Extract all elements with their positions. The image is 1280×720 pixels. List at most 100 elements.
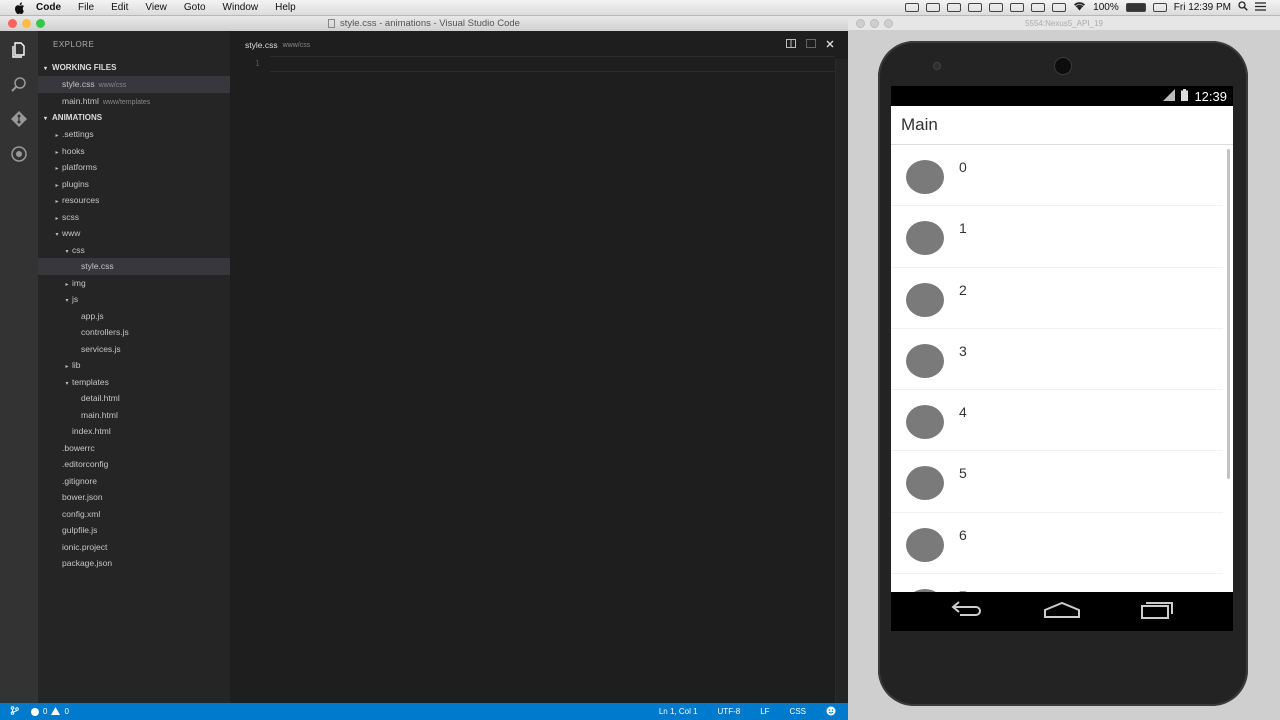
tree-item[interactable]: ▸ img [38,275,230,292]
working-file-item[interactable]: main.html www/templates [38,93,230,110]
link-icon[interactable] [926,3,941,12]
language-mode[interactable]: CSS [790,707,806,716]
project-header[interactable]: ▾ ANIMATIONS [38,109,230,126]
tree-item[interactable]: style.css [38,258,230,275]
git-branch-icon[interactable] [10,706,19,717]
tree-item[interactable]: ▾ templates [38,374,230,391]
app-list[interactable]: 0 1 2 3 4 5 6 7 [891,145,1233,592]
emulator-close-button[interactable] [856,19,865,28]
sync-icon[interactable] [1010,3,1025,12]
close-editor-icon[interactable] [826,40,834,50]
emulator-zoom-button[interactable] [884,19,893,28]
tree-item-label: js [72,294,79,304]
error-icon[interactable] [31,707,39,716]
menu-file[interactable]: File [78,2,94,13]
tree-item[interactable]: config.xml [38,506,230,523]
working-file-item[interactable]: style.css www/css [38,76,230,93]
tree-item[interactable]: ▾ www [38,225,230,242]
menu-view[interactable]: View [145,2,167,13]
menubar-clock[interactable]: Fri 12:39 PM [1174,2,1231,13]
tree-item[interactable]: ▸ resources [38,192,230,209]
tree-item-label: .gitignore [62,475,97,486]
tree-item-label: .editorconfig [62,459,109,469]
list-item[interactable]: 4 [891,390,1223,452]
home-icon[interactable] [1043,601,1081,624]
menu-code[interactable]: Code [36,2,61,13]
tree-item[interactable]: gulpfile.js [38,522,230,539]
tree-item-label: style.css [81,261,114,271]
emulator-minimize-button[interactable] [870,19,879,28]
tree-item[interactable]: bower.json [38,489,230,506]
code-text-area[interactable] [270,59,835,699]
working-files-header[interactable]: ▾ WORKING FILES [38,59,230,76]
tree-item[interactable]: .editorconfig [38,456,230,473]
tree-item[interactable]: ▾ js [38,291,230,308]
open-changes-icon[interactable] [806,39,816,50]
split-editor-icon[interactable] [786,39,796,50]
tree-item-label: www [62,228,81,238]
tree-item[interactable]: detail.html [38,390,230,407]
screen-icon[interactable] [905,3,920,12]
tree-item[interactable]: ▸ lib [38,357,230,374]
apple-icon[interactable] [14,1,26,14]
tree-item[interactable]: controllers.js [38,324,230,341]
menu-window[interactable]: Window [223,2,259,13]
tree-item[interactable]: ▸ plugins [38,176,230,193]
tree-item[interactable]: services.js [38,341,230,358]
tree-item[interactable]: ionic.project [38,539,230,556]
tree-item[interactable]: index.html [38,423,230,440]
menu-edit[interactable]: Edit [111,2,128,13]
editor-scrollbar[interactable] [835,59,848,703]
mail-icon[interactable] [968,3,983,12]
menu-goto[interactable]: Goto [184,2,206,13]
list-item[interactable]: 6 [891,513,1223,575]
emulator-title: 5554:Nexus5_API_19 [1025,18,1103,28]
warning-icon[interactable] [51,706,61,717]
volume-icon[interactable] [1052,3,1067,12]
close-window-button[interactable] [8,19,17,28]
spotlight-icon[interactable] [1238,1,1248,14]
tree-item[interactable]: ▸ scss [38,209,230,226]
debug-icon[interactable] [9,144,29,164]
git-icon[interactable] [9,109,29,129]
cursor-position[interactable]: Ln 1, Col 1 [659,707,698,716]
tree-item[interactable]: package.json [38,555,230,572]
tree-item[interactable]: app.js [38,308,230,325]
error-count[interactable]: 0 [43,707,47,716]
bluetooth-icon[interactable] [1031,3,1046,12]
monitor-icon[interactable] [989,3,1004,12]
list-item[interactable]: 2 [891,268,1223,329]
zoom-window-button[interactable] [36,19,45,28]
menu-help[interactable]: Help [275,2,296,13]
tree-item[interactable]: ▾ css [38,242,230,259]
tree-item-label: resources [62,195,100,205]
list-item[interactable]: 5 [891,451,1223,513]
tree-item[interactable]: main.html [38,407,230,424]
list-scrollbar[interactable] [1227,149,1230,479]
warning-count[interactable]: 0 [64,707,68,716]
encoding[interactable]: UTF-8 [718,707,741,716]
tree-item-label: scss [62,211,79,222]
cloud-icon[interactable] [947,3,962,12]
recents-icon[interactable] [1140,601,1174,624]
explorer-icon[interactable] [9,40,29,60]
minimize-window-button[interactable] [22,19,31,28]
user-icon[interactable] [1152,3,1167,12]
line-ending[interactable]: LF [760,707,769,716]
tree-item[interactable]: ▸ platforms [38,159,230,176]
feedback-icon[interactable] [826,706,836,718]
wifi-icon[interactable] [1073,1,1086,14]
back-icon[interactable] [950,600,984,624]
battery-icon[interactable] [1125,3,1146,12]
list-item[interactable]: 3 [891,329,1223,391]
tree-item[interactable]: ▸ hooks [38,143,230,160]
list-item[interactable]: 0 [891,145,1223,207]
notification-center-icon[interactable] [1255,1,1266,14]
editor-tab[interactable]: style.css www/css [230,31,848,59]
search-icon[interactable] [9,75,29,95]
tree-item[interactable]: ▸ .settings [38,126,230,143]
list-item[interactable]: 1 [891,206,1223,268]
tree-item[interactable]: .bowerrc [38,440,230,457]
list-item[interactable]: 7 [891,574,1223,592]
tree-item[interactable]: .gitignore [38,473,230,490]
